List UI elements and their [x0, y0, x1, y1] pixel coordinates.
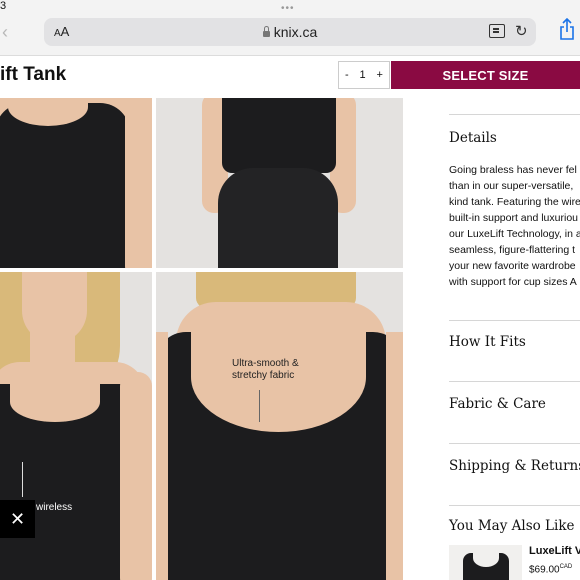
details-description: Going braless has never fel than in our …: [449, 164, 580, 288]
recommended-product-name[interactable]: LuxeLift V-: [529, 545, 580, 557]
reader-mode-icon[interactable]: [489, 24, 505, 38]
recommended-product-price: $69.00CAD: [529, 564, 573, 576]
recommended-product-image[interactable]: [449, 545, 522, 580]
qty-value: 1: [359, 69, 366, 81]
browser-toolbar: 3 ••• ‹ AA knix.ca ↻: [0, 0, 580, 56]
divider: [449, 114, 580, 115]
details-heading[interactable]: Details: [449, 130, 497, 146]
address-bar[interactable]: AA knix.ca ↻: [44, 18, 536, 46]
share-icon[interactable]: [559, 18, 575, 40]
select-size-button[interactable]: SELECT SIZE: [391, 61, 580, 89]
multitasking-dots[interactable]: •••: [281, 3, 295, 14]
product-photo-back-lower[interactable]: [156, 98, 403, 268]
divider: [449, 381, 580, 382]
url-text: knix.ca: [273, 24, 318, 40]
also-like-heading: You May Also Like: [449, 518, 575, 534]
qty-plus-button[interactable]: +: [377, 69, 383, 81]
product-photo-back-model[interactable]: Ultra-smooth & stretchy fabric: [156, 272, 403, 580]
how-it-fits-accordion[interactable]: How It Fits: [449, 334, 526, 350]
divider: [449, 320, 580, 321]
shipping-returns-accordion[interactable]: Shipping & Returns: [449, 458, 580, 474]
fabric-care-accordion[interactable]: Fabric & Care: [449, 396, 546, 412]
fabric-annotation: Ultra-smooth & stretchy fabric: [232, 358, 299, 381]
close-icon[interactable]: ✕: [0, 500, 35, 538]
reload-icon[interactable]: ↻: [515, 22, 528, 40]
back-arrow-icon[interactable]: ‹: [2, 22, 8, 43]
quantity-stepper[interactable]: - 1 +: [338, 61, 390, 89]
fabric-annotation-line: [259, 390, 260, 422]
product-title: ift Tank: [0, 64, 67, 85]
product-photo-front-torso[interactable]: [0, 98, 152, 268]
divider: [449, 505, 580, 506]
status-time: 3: [0, 0, 7, 12]
lock-icon: [262, 26, 270, 37]
wireless-annotation: wireless: [36, 502, 73, 513]
divider: [449, 443, 580, 444]
qty-minus-button[interactable]: -: [345, 69, 349, 81]
